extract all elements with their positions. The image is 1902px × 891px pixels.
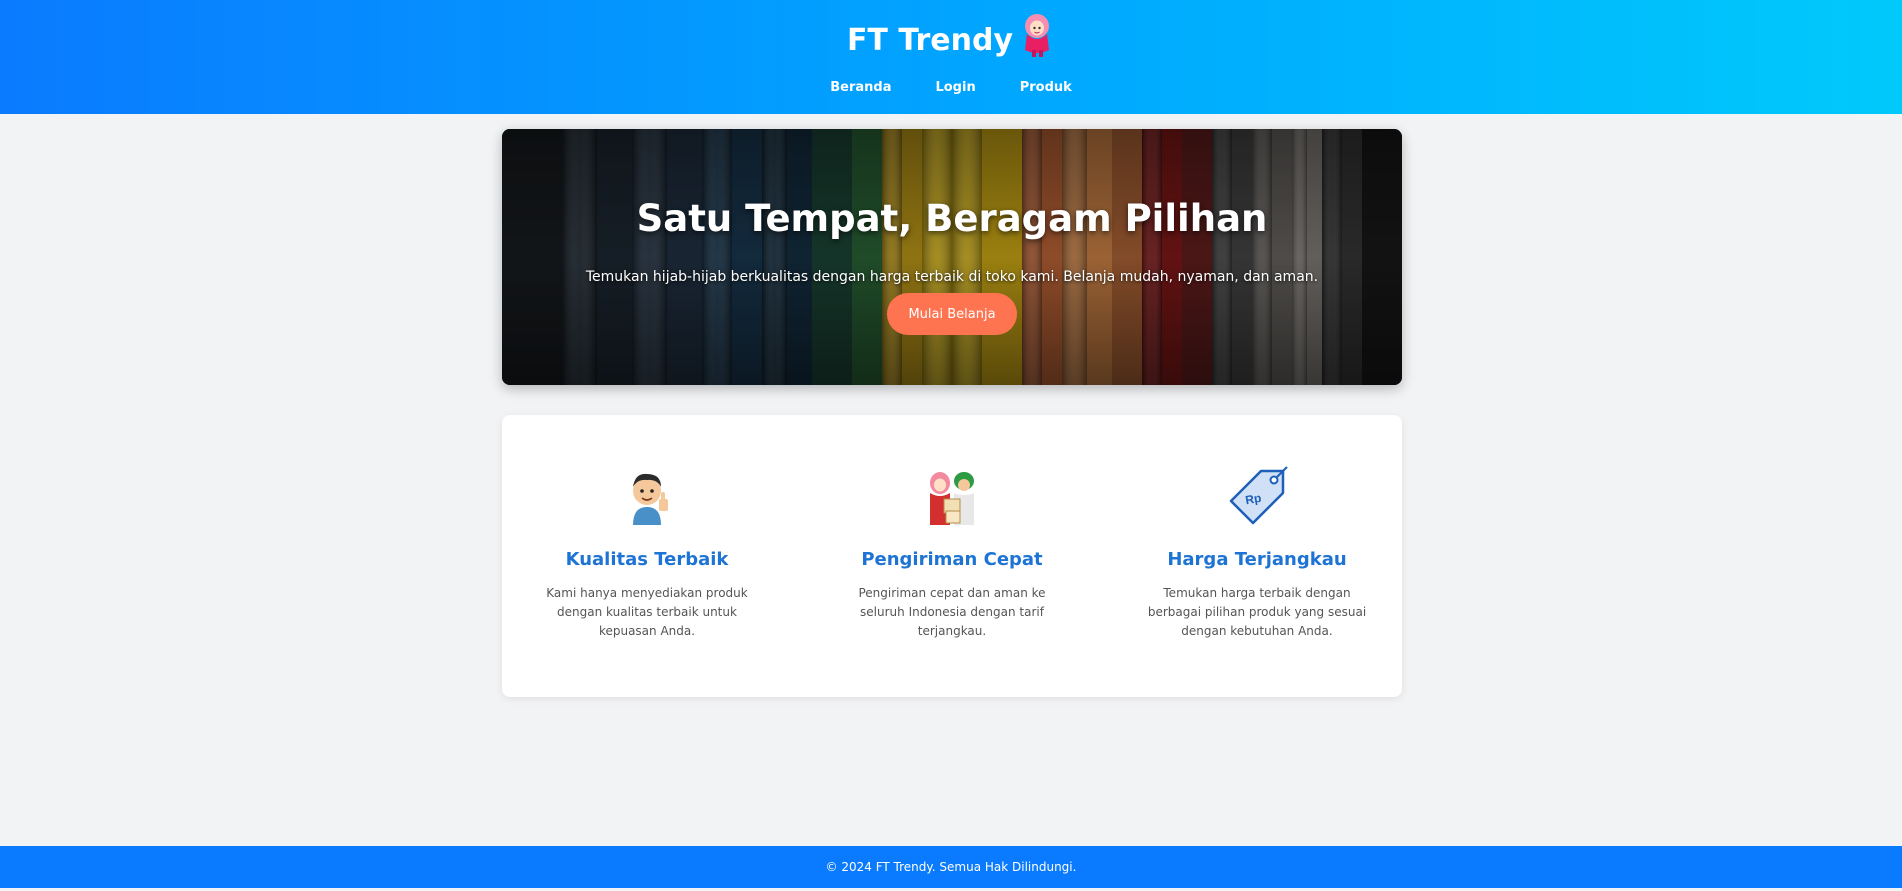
start-shopping-button[interactable]: Mulai Belanja	[887, 293, 1017, 335]
nav-beranda[interactable]: Beranda	[830, 80, 891, 95]
feature-title: Kualitas Terbaik	[565, 549, 729, 570]
nav-produk[interactable]: Produk	[1020, 80, 1072, 95]
delivery-couriers-icon	[930, 472, 974, 525]
nav-login[interactable]: Login	[935, 80, 975, 95]
brand-title[interactable]: FT Trendy	[847, 23, 1013, 58]
feature-desc: Kami hanya menyediakan produk dengan kua…	[546, 586, 748, 638]
hijab-girl-mascot-icon	[1025, 14, 1050, 57]
feature-card-shipping: Pengiriman Cepat Pengiriman cepat dan am…	[822, 465, 1082, 641]
hero-content: Satu Tempat, Beragam Pilihan Temukan hij…	[502, 129, 1402, 385]
price-tag-rp-icon: Rp	[1229, 466, 1288, 525]
feature-title: Harga Terjangkau	[1167, 549, 1347, 570]
svg-text:Rp: Rp	[1244, 491, 1262, 508]
footer-copyright: © 2024 FT Trendy. Semua Hak Dilindungi.	[825, 860, 1077, 874]
features-section: Kualitas Terbaik Kami hanya menyediakan …	[502, 415, 1402, 697]
feature-card-price: Rp Harga Terjangkau Temukan harga terbai…	[1127, 465, 1387, 641]
hero-title: Satu Tempat, Beragam Pilihan	[636, 197, 1268, 240]
feature-card-quality: Kualitas Terbaik Kami hanya menyediakan …	[517, 465, 777, 641]
main-nav: Beranda Login Produk	[0, 80, 1902, 95]
feature-desc: Pengiriman cepat dan aman ke seluruh Ind…	[858, 586, 1046, 638]
brand: FT Trendy	[0, 14, 1902, 58]
site-footer: © 2024 FT Trendy. Semua Hak Dilindungi.	[0, 846, 1902, 888]
feature-desc: Temukan harga terbaik dengan berbagai pi…	[1147, 586, 1367, 638]
thumbs-up-man-icon	[633, 473, 668, 525]
site-header: FT Trendy Beranda Login Produk	[0, 0, 1902, 114]
hero-subtitle: Temukan hijab-hijab berkualitas dengan h…	[585, 269, 1319, 285]
hero-banner: Satu Tempat, Beragam Pilihan Temukan hij…	[502, 129, 1402, 385]
feature-title: Pengiriman Cepat	[861, 549, 1043, 570]
